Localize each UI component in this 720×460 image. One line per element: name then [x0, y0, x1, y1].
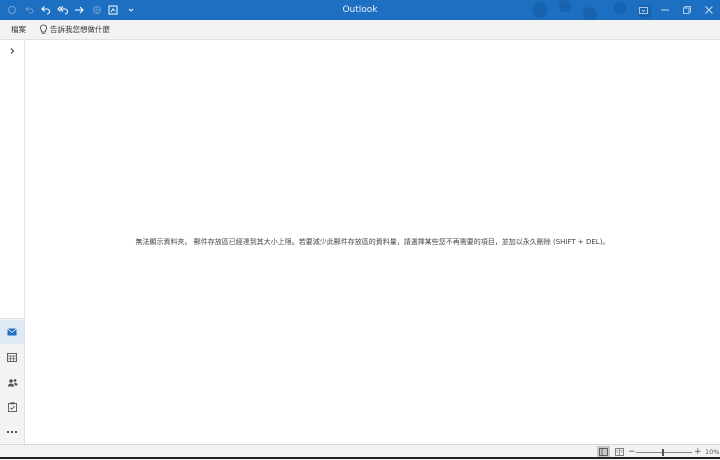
calendar-icon — [7, 352, 17, 362]
menu-bar: 檔案 告訴我您想做什麼 — [0, 20, 720, 40]
people-icon — [7, 378, 18, 386]
nav-tasks[interactable] — [0, 395, 24, 419]
nav-more[interactable] — [0, 420, 24, 444]
window-title: Outlook — [342, 5, 378, 15]
normal-view-icon — [599, 448, 608, 456]
title-bar: Outlook — [0, 0, 720, 20]
minimize-icon[interactable] — [660, 5, 670, 15]
reading-view-icon — [615, 448, 624, 456]
window-controls — [638, 0, 714, 20]
folder-pane-minimized — [0, 40, 25, 318]
nav-calendar[interactable] — [0, 345, 24, 369]
navigation-bar — [0, 318, 25, 445]
folder-error-message: 無法顯示資料夾。 郵件存放區已經達到其大小上限。若要減少此郵件存放區的資料量，請… — [135, 238, 610, 246]
zoom-slider-thumb[interactable] — [662, 449, 664, 456]
tell-me-box[interactable]: 告訴我您想做什麼 — [39, 24, 110, 35]
tell-me-label: 告訴我您想做什麼 — [50, 25, 110, 34]
file-menu[interactable]: 檔案 — [11, 24, 26, 35]
close-icon[interactable] — [704, 5, 714, 15]
nav-people[interactable] — [0, 370, 24, 394]
expand-folder-pane-icon[interactable] — [7, 46, 17, 56]
ribbon-display-options-icon[interactable] — [638, 5, 648, 15]
tasks-icon — [7, 402, 17, 412]
mail-icon — [7, 328, 17, 336]
lightbulb-icon — [40, 24, 47, 34]
zoom-slider[interactable] — [636, 452, 692, 453]
restore-icon[interactable] — [682, 5, 692, 15]
nav-mail[interactable] — [0, 320, 24, 344]
more-icon — [6, 430, 18, 434]
